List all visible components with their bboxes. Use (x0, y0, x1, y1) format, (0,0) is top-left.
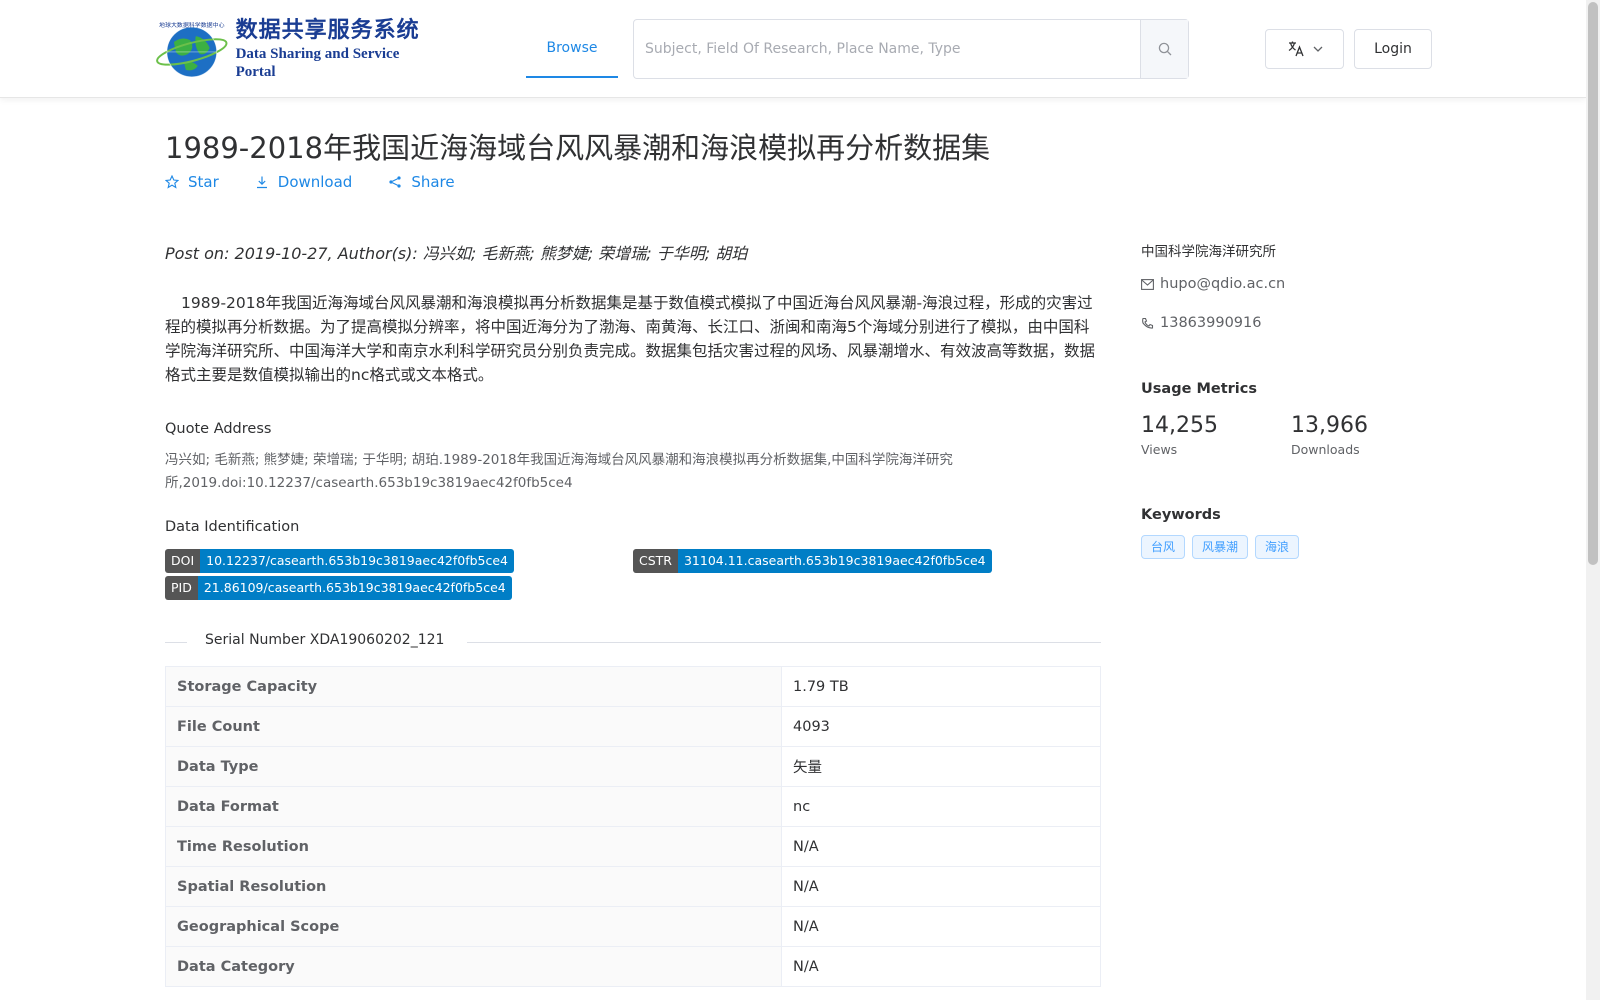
email-text: hupo@qdio.ac.cn (1160, 276, 1286, 292)
dataset-properties-table: Storage Capacity 1.79 TB File Count 4093… (165, 666, 1101, 987)
phone-icon (1142, 317, 1154, 329)
table-row: Geographical Scope N/A (165, 906, 1101, 947)
keyword-tag[interactable]: 海浪 (1255, 535, 1300, 559)
table-row: Data Type 矢量 (165, 746, 1101, 787)
share-label: Share (411, 173, 455, 191)
dataset-actions: Star Download Share (165, 173, 455, 191)
search-input[interactable] (634, 20, 1140, 78)
pid-badge-value: 21.86109/casearth.653b19c3819aec42f0fb5c… (197, 576, 512, 600)
keyword-tag[interactable]: 台风 (1141, 535, 1186, 559)
share-button[interactable]: Share (388, 173, 455, 191)
property-value: 矢量 (781, 746, 1101, 787)
page-scrollbar[interactable] (1586, 0, 1600, 1000)
doi-badge-value: 10.12237/casearth.653b19c3819aec42f0fb5c… (200, 549, 515, 573)
search-bar (633, 19, 1189, 79)
table-row: Data Category N/A (165, 946, 1101, 987)
quote-address-label: Quote Address (165, 421, 272, 437)
globe-logo-icon: 地球大数据科学数据中心 (156, 21, 228, 78)
cstr-badge-value: 31104.11.casearth.653b19c3819aec42f0fb5c… (677, 549, 992, 573)
table-row: Data Format nc (165, 786, 1101, 827)
keyword-tag[interactable]: 风暴潮 (1192, 535, 1249, 559)
download-icon (256, 176, 267, 189)
mail-icon (1141, 278, 1154, 290)
logo-title-en: Data Sharing and Service Portal (235, 46, 400, 80)
property-value: N/A (781, 826, 1101, 867)
search-button[interactable] (1140, 20, 1188, 78)
downloads-label: Downloads (1291, 442, 1360, 457)
cstr-badge-key: CSTR (633, 549, 678, 573)
login-button[interactable]: Login (1354, 29, 1432, 69)
scrollbar-thumb[interactable] (1588, 2, 1598, 565)
property-value: N/A (781, 866, 1101, 907)
svg-text:地球大数据科学数据中心: 地球大数据科学数据中心 (159, 21, 225, 29)
site-logo[interactable]: 地球大数据科学数据中心 数据共享服务系统 Data Sharing and Se… (154, 17, 442, 80)
property-value: N/A (781, 906, 1101, 947)
downloads-count: 13,966 (1291, 413, 1368, 438)
dataset-title: 1989-2018年我国近海海域台风风暴潮和海浪模拟再分析数据集 (165, 131, 991, 165)
dataset-description: 1989-2018年我国近海海域台风风暴潮和海浪模拟再分析数据集是基于数值模式模… (165, 294, 1096, 384)
search-icon (1158, 42, 1171, 56)
language-dropdown[interactable] (1265, 29, 1344, 69)
download-button[interactable]: Download (255, 173, 353, 191)
property-label: Storage Capacity (165, 666, 782, 707)
quote-address-text: 冯兴如; 毛新燕; 熊梦婕; 荣增瑞; 于华明; 胡珀.1989-2018年我国… (165, 452, 953, 491)
pid-badge[interactable]: PID 21.86109/casearth.653b19c3819aec42f0… (165, 576, 512, 600)
views-label: Views (1141, 442, 1178, 457)
property-value: 1.79 TB (781, 666, 1101, 707)
property-label: Time Resolution (165, 826, 782, 867)
pid-badge-key: PID (165, 576, 198, 600)
post-info: Post on: 2019-10-27, Author(s): 冯兴如; 毛新燕… (165, 244, 748, 263)
property-label: File Count (165, 706, 782, 747)
property-label: Geographical Scope (165, 906, 782, 947)
table-row: File Count 4093 (165, 706, 1101, 747)
serial-number: Serial Number XDA19060202_121 (205, 632, 445, 648)
contact-phone[interactable]: 13863990916 (1141, 315, 1261, 331)
serial-number-divider: Serial Number XDA19060202_121 (165, 632, 1101, 652)
views-count: 14,255 (1141, 413, 1218, 438)
logo-title-cn: 数据共享服务系统 (235, 17, 420, 43)
table-row: Time Resolution N/A (165, 826, 1101, 867)
data-identification-label: Data Identification (165, 519, 300, 535)
share-icon (389, 176, 401, 188)
chevron-down-icon (1313, 46, 1322, 52)
keyword-tags: 台风 风暴潮 海浪 (1141, 535, 1300, 559)
table-row: Storage Capacity 1.79 TB (165, 666, 1101, 707)
star-label: Star (188, 173, 219, 191)
star-icon (165, 175, 179, 189)
cstr-badge[interactable]: CSTR 31104.11.casearth.653b19c3819aec42f… (633, 549, 992, 573)
doi-badge-key: DOI (165, 549, 201, 573)
top-header: 地球大数据科学数据中心 数据共享服务系统 Data Sharing and Se… (0, 0, 1586, 98)
nav-browse-tab[interactable]: Browse (526, 20, 618, 78)
translate-icon (1288, 41, 1304, 57)
star-button[interactable]: Star (165, 173, 219, 191)
property-value: 4093 (781, 706, 1101, 747)
property-value: N/A (781, 946, 1101, 987)
phone-text: 13863990916 (1160, 315, 1262, 331)
property-label: Data Format (165, 786, 782, 827)
organization-name: 中国科学院海洋研究所 (1141, 244, 1276, 260)
usage-metrics-heading: Usage Metrics (1141, 381, 1257, 397)
property-label: Data Type (165, 746, 782, 787)
doi-badge[interactable]: DOI 10.12237/casearth.653b19c3819aec42f0… (165, 549, 515, 573)
table-row: Spatial Resolution N/A (165, 866, 1101, 907)
property-label: Data Category (165, 946, 782, 987)
contact-email[interactable]: hupo@qdio.ac.cn (1141, 276, 1285, 292)
property-value: nc (781, 786, 1101, 827)
download-label: Download (277, 173, 353, 191)
keywords-heading: Keywords (1141, 507, 1221, 523)
property-label: Spatial Resolution (165, 866, 782, 907)
